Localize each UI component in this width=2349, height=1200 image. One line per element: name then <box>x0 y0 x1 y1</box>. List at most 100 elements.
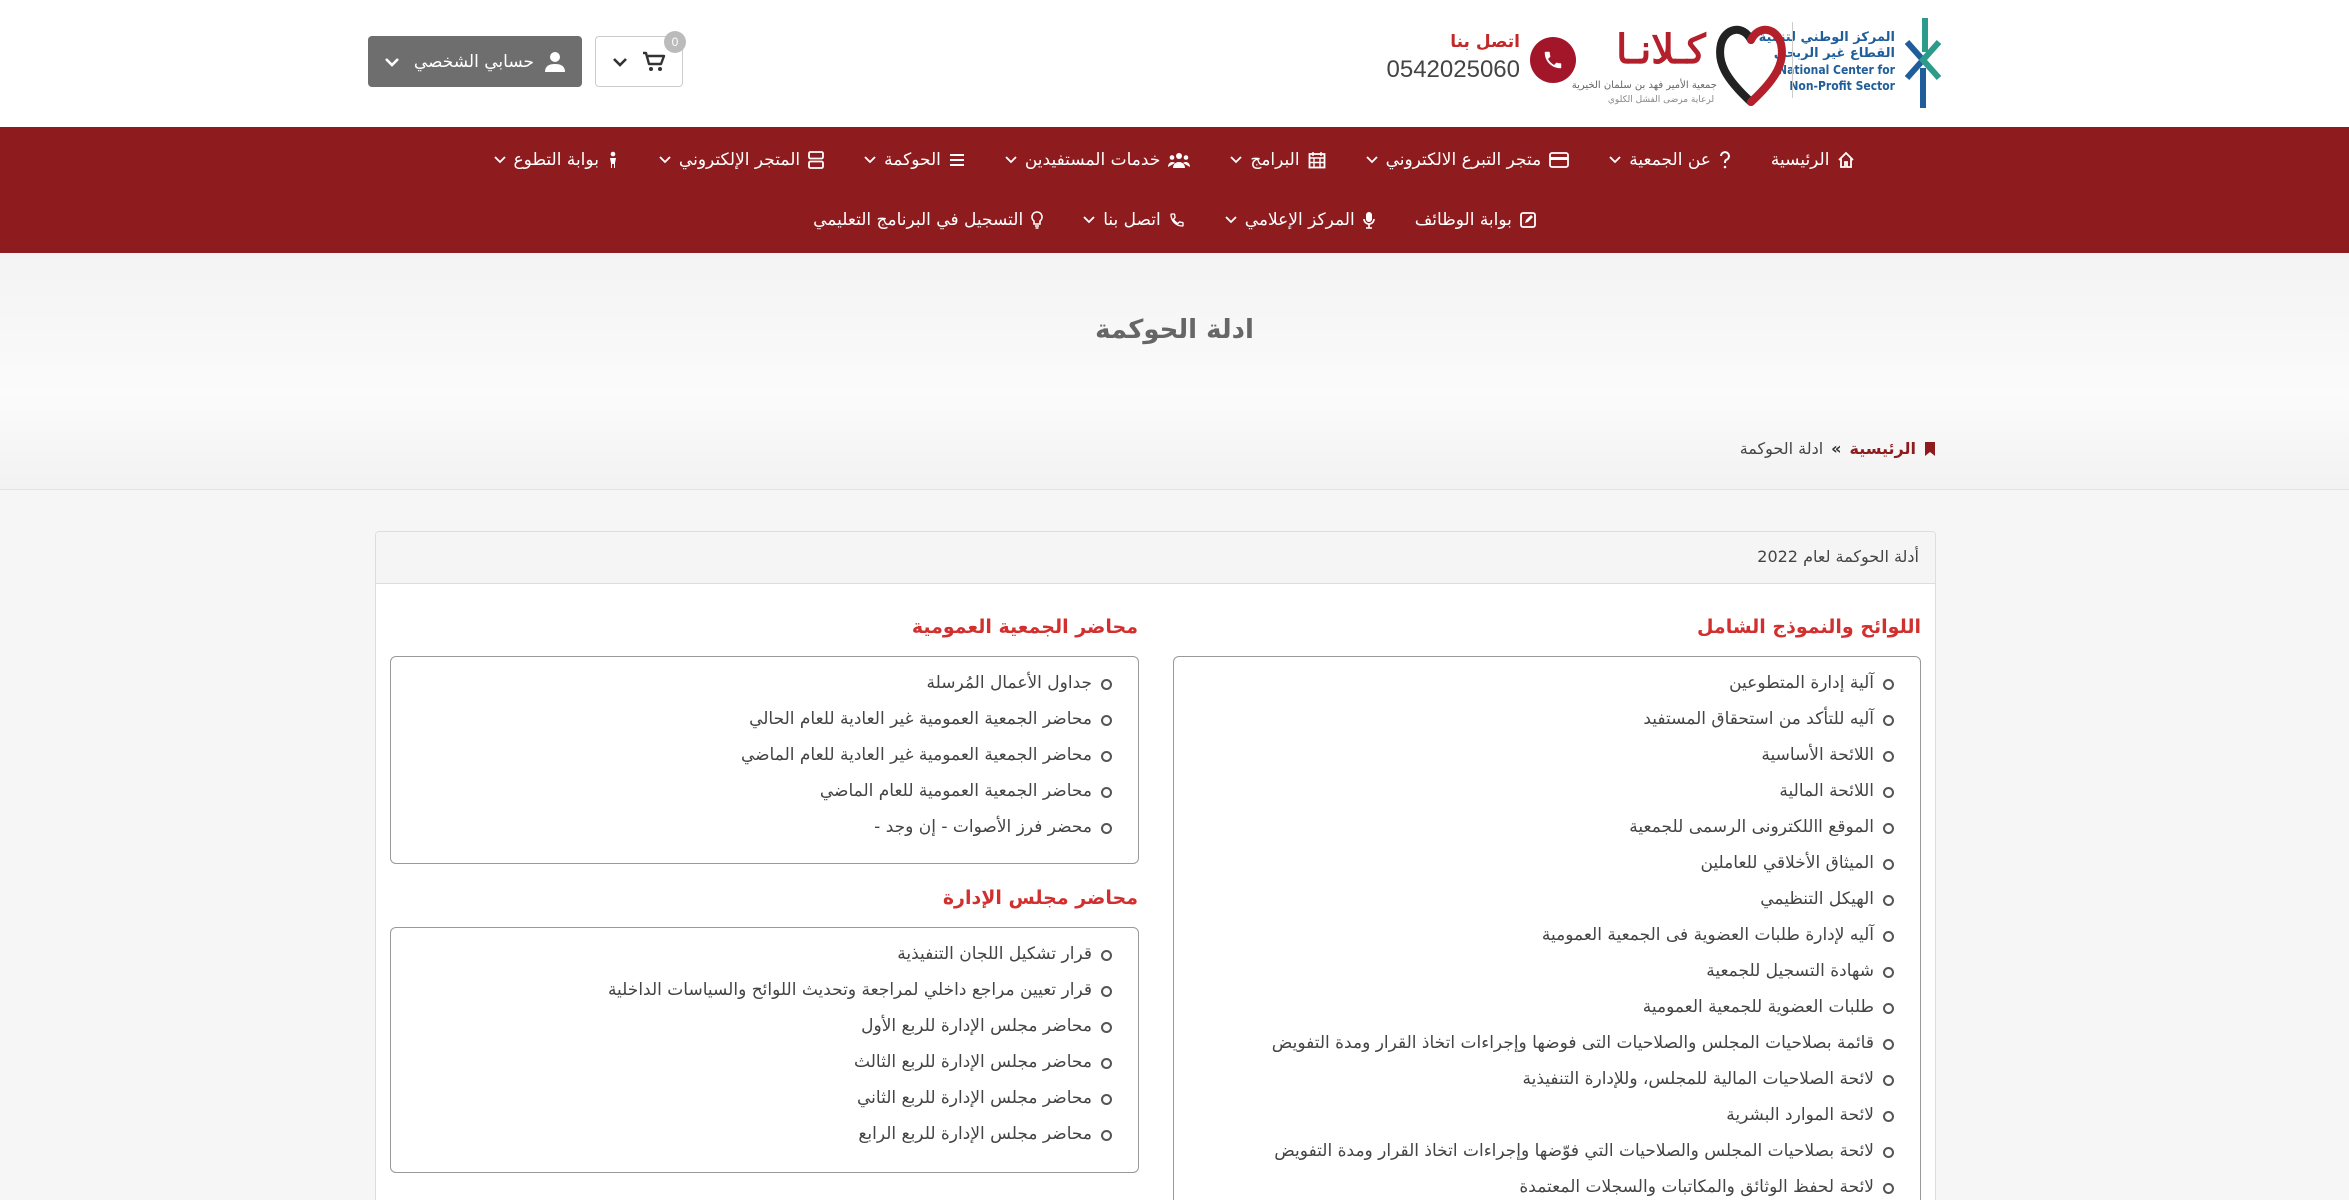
list-item[interactable]: لائحة بصلاحيات المجلس والصلاحيات التي فو… <box>1174 1133 1894 1169</box>
contact-number[interactable]: 0542025060 <box>1360 56 1520 84</box>
breadcrumb-current: ادلة الحوكمة <box>1739 439 1824 458</box>
list-item[interactable]: الميثاق الأخلاقي للعاملين <box>1174 845 1894 881</box>
nav-item-beneficiary-services[interactable]: خدمات المستفيدين <box>1005 150 1191 170</box>
nav-item-label: الحوكمة <box>884 150 941 170</box>
ncnp-logo-mark-icon <box>1904 18 1942 108</box>
list-item[interactable]: الهيكل التنظيمي <box>1174 881 1894 917</box>
nav-item-label: بوابة الوظائف <box>1414 210 1512 230</box>
governance-panel: أدلة الحوكمة لعام 2022 اللوائح والنموذج … <box>375 531 1936 1200</box>
chevron-down-icon <box>385 57 399 67</box>
edit-icon <box>1520 212 1536 228</box>
contact-phone-button[interactable] <box>1530 37 1576 83</box>
list-item[interactable]: لائحة لحفظ الوثائق والمكاتبات والسجلات ا… <box>1174 1169 1894 1200</box>
list-item[interactable]: قائمة بصلاحيات المجلس والصلاحيات التى فو… <box>1174 1025 1894 1061</box>
nav-item-label: اتصل بنا <box>1103 210 1161 230</box>
chevron-down-icon <box>864 156 876 164</box>
account-button[interactable]: حسابي الشخصي <box>368 36 582 87</box>
calendar-icon <box>1308 152 1325 169</box>
cart-count-badge: 0 <box>664 31 686 53</box>
question-icon <box>1719 151 1730 169</box>
page-title: ادلة الحوكمة <box>1095 315 1254 345</box>
nav-item-jobs-portal[interactable]: بوابة الوظائف <box>1415 210 1536 230</box>
heart-logo-icon <box>1716 26 1786 106</box>
nav-item-e-store[interactable]: المتجر الإلكتروني <box>659 150 825 170</box>
card-icon <box>1549 152 1570 168</box>
klana-logo-sub1: جمعية الأمير فهد بن سلمان الخيرية <box>1571 80 1717 91</box>
klana-logo[interactable]: كـلانـا جمعية الأمير فهد بن سلمان الخيري… <box>1571 14 1787 112</box>
list-item[interactable]: الموقع االلكترونى الرسمى للجمعية <box>1174 809 1894 845</box>
top-header: المركز الوطني لتنمية القطاع غير الربحي N… <box>0 0 2349 127</box>
nav-item-donation-store[interactable]: متجر التبرع الالكتروني <box>1365 150 1570 170</box>
nav-item-label: عن الجمعية <box>1629 150 1711 170</box>
nav-item-educational-program[interactable]: التسجيل في البرنامج التعليمي <box>813 210 1043 230</box>
list-item[interactable]: آليه لإدارة طلبات العضوية فى الجمعية الع… <box>1174 917 1894 953</box>
user-icon <box>545 51 565 72</box>
regulations-list-box: آلية إدارة المتطوعين آليه للتأكد من استح… <box>1173 656 1921 1200</box>
list-item[interactable]: محضر فرز الأصوات - إن وجد - <box>391 809 1112 845</box>
nav-row-2: بوابة الوظائف المركز الإعلامي اتصل بنا ا… <box>0 203 2349 237</box>
list-item[interactable]: اللائحة الأساسية <box>1174 737 1894 773</box>
nav-item-label: بوابة التطوع <box>513 150 599 170</box>
klana-logo-word: كـلانـا <box>1616 26 1706 73</box>
breadcrumb-home[interactable]: الرئيسية <box>1850 439 1917 458</box>
chevron-down-icon <box>1365 156 1378 164</box>
nav-item-label: التسجيل في البرنامج التعليمي <box>813 210 1024 230</box>
chevron-down-icon <box>493 156 506 164</box>
nav-item-home[interactable]: الرئيسية <box>1771 150 1856 170</box>
nav-item-label: المركز الإعلامي <box>1244 210 1355 230</box>
chevron-down-icon <box>613 57 627 67</box>
list-item[interactable]: محاضر الجمعية العمومية غير العادية للعام… <box>391 701 1112 737</box>
assembly-list: جداول الأعمال المُرسلة محاضر الجمعية الع… <box>391 657 1138 845</box>
assembly-list-box: جداول الأعمال المُرسلة محاضر الجمعية الع… <box>390 656 1139 864</box>
chevron-down-icon <box>1609 156 1621 164</box>
ncnp-logo[interactable]: المركز الوطني لتنمية القطاع غير الربحي N… <box>1759 12 1945 112</box>
cart-icon <box>643 51 666 71</box>
list-item[interactable]: لائحة الموارد البشرية <box>1174 1097 1894 1133</box>
list-item[interactable]: شهادة التسجيل للجمعية <box>1174 953 1894 989</box>
nav-item-volunteer-portal[interactable]: بوابة التطوع <box>493 150 619 170</box>
nav-item-media-center[interactable]: المركز الإعلامي <box>1225 210 1375 230</box>
regulations-list: آلية إدارة المتطوعين آليه للتأكد من استح… <box>1174 657 1920 1200</box>
section-title-regulations: اللوائح والنموذج الشامل <box>1696 616 1921 638</box>
list-item[interactable]: قرار تعيين مراجع داخلي لمراجعة وتحديث ال… <box>391 972 1112 1008</box>
list-item[interactable]: محاضر مجلس الإدارة للربع الثاني <box>391 1080 1112 1116</box>
list-item[interactable]: قرار تشكيل اللجان التنفيذية <box>391 936 1112 972</box>
logo-divider <box>1792 22 1793 98</box>
chevron-down-icon <box>1230 156 1242 164</box>
list-item[interactable]: محاضر مجلس الإدارة للربع الثالث <box>391 1044 1112 1080</box>
nav-item-about[interactable]: عن الجمعية <box>1609 150 1731 170</box>
users-icon <box>1168 153 1191 168</box>
nav-item-label: خدمات المستفيدين <box>1024 150 1161 170</box>
board-list-box: قرار تشكيل اللجان التنفيذية قرار تعيين م… <box>390 927 1139 1173</box>
list-item[interactable]: محاضر الجمعية العمومية للعام الماضي <box>391 773 1112 809</box>
nav-item-label: البرامج <box>1250 150 1300 170</box>
chevron-down-icon <box>1005 156 1017 164</box>
list-item[interactable]: آليه للتأكد من استحقاق المستفيد <box>1174 701 1894 737</box>
panel-heading-title: أدلة الحوكمة لعام 2022 <box>1757 547 1919 566</box>
phone-icon <box>1170 213 1184 227</box>
list-item[interactable]: محاضر مجلس الإدارة للربع الرابع <box>391 1116 1112 1152</box>
nav-row-1: الرئيسية عن الجمعية متجر التبرع الالكترو… <box>0 143 2349 177</box>
list-item[interactable]: طلبات العضوية للجمعية العمومية <box>1174 989 1894 1025</box>
nav-item-label: الرئيسية <box>1770 150 1830 170</box>
panel-heading: أدلة الحوكمة لعام 2022 <box>376 532 1935 584</box>
list-item[interactable]: محاضر الجمعية العمومية غير العادية للعام… <box>391 737 1112 773</box>
list-item[interactable]: محاضر مجلس الإدارة للربع الأول <box>391 1008 1112 1044</box>
section-title-general-assembly: محاضر الجمعية العمومية <box>911 616 1138 638</box>
list-item[interactable]: اللائحة المالية <box>1174 773 1894 809</box>
list-item[interactable]: آلية إدارة المتطوعين <box>1174 665 1894 701</box>
list-item[interactable]: جداول الأعمال المُرسلة <box>391 665 1112 701</box>
person-icon <box>609 151 616 168</box>
nav-item-governance[interactable]: الحوكمة <box>864 150 965 170</box>
phone-icon <box>1544 51 1562 69</box>
breadcrumb: الرئيسية » ادلة الحوكمة <box>1740 439 1936 458</box>
section-title-board: محاضر مجلس الإدارة <box>942 887 1138 909</box>
page-title-banner: ادلة الحوكمة الرئيسية » ادلة الحوكمة <box>0 253 2349 490</box>
nav-item-contact-us[interactable]: اتصل بنا <box>1083 210 1185 230</box>
chevron-down-icon <box>1083 216 1095 224</box>
list-item[interactable]: لائحة الصلاحيات المالية للمجلس، وللإدارة… <box>1174 1061 1894 1097</box>
nav-item-programs[interactable]: البرامج <box>1230 150 1325 170</box>
home-icon <box>1838 151 1855 168</box>
breadcrumb-separator: » <box>1831 439 1842 458</box>
nav-item-label: متجر التبرع الالكتروني <box>1385 150 1542 170</box>
